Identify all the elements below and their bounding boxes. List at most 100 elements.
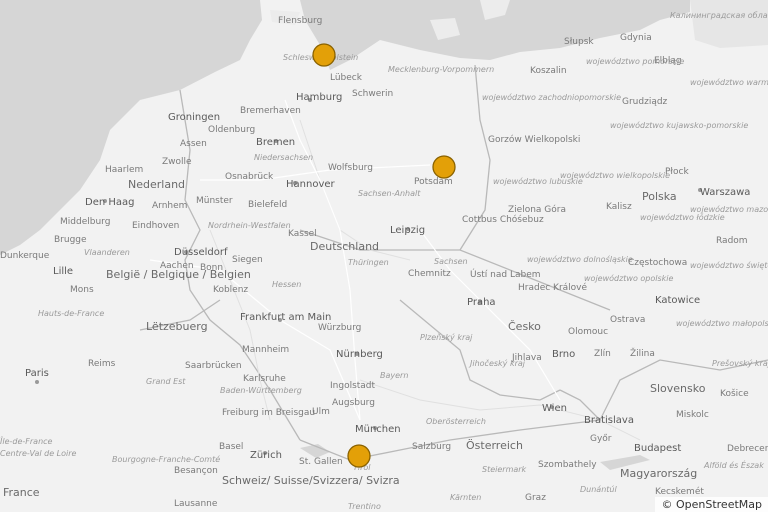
label-brno: Brno — [552, 349, 575, 360]
label-niedersachsen: Niedersachsen — [254, 153, 313, 162]
label-thuringen: Thüringen — [348, 258, 389, 267]
label-kaliningrad: Калининградская область — [670, 11, 768, 20]
label-oberosterreich: Oberösterreich — [426, 417, 486, 426]
label-karnten: Kärnten — [450, 493, 481, 502]
label-kosice: Košice — [720, 388, 749, 399]
label-belgie: België / Belgique / Belgien — [106, 268, 251, 281]
label-swietokrzyskie: województwo świętokrzyskie — [690, 260, 768, 270]
label-presovsky: Prešovský kraj — [712, 358, 768, 368]
label-grudziadz: Grudziądz — [622, 97, 668, 107]
label-malopolskie: województwo małopolskie — [676, 318, 768, 328]
label-miskolc: Miskolc — [676, 410, 709, 420]
label-plzensky: Plzeňský kraj — [420, 333, 473, 342]
label-mecklenburg: Mecklenburg-Vorpommern — [388, 65, 494, 74]
attribution-link[interactable]: © OpenStreetMap — [655, 497, 768, 512]
label-hradec: Hradec Králové — [518, 282, 587, 293]
label-bonn: Bonn — [200, 263, 223, 273]
label-kalisz: Kalisz — [606, 202, 632, 212]
label-karlsruhe: Karlsruhe — [243, 374, 286, 384]
label-oldenburg: Oldenburg — [208, 125, 255, 135]
label-besancon: Besançon — [174, 466, 218, 476]
label-kassel: Kassel — [288, 229, 317, 239]
label-hamburg: Hamburg — [296, 92, 342, 103]
label-katowice: Katowice — [655, 295, 700, 306]
label-schwerin: Schwerin — [352, 89, 393, 99]
label-kujawsko: województwo kujawsko-pomorskie — [610, 120, 748, 130]
label-cottbus: Cottbus Chóśebuz — [462, 214, 544, 225]
label-den-haag: Den Haag — [85, 197, 135, 208]
label-paris: Paris — [25, 368, 49, 379]
label-jihocesky: Jihočeský kraj — [468, 358, 526, 368]
label-bielefeld: Bielefeld — [248, 200, 287, 210]
label-salzburg: Salzburg — [412, 442, 451, 452]
label-basel: Basel — [219, 442, 243, 452]
label-ingolstadt: Ingolstadt — [330, 381, 376, 391]
label-wurzburg: Würzburg — [318, 323, 361, 333]
label-assen: Assen — [180, 139, 207, 149]
label-gorzow: Gorzów Wielkopolski — [488, 134, 580, 145]
label-deutschland: Deutschland — [310, 240, 379, 253]
label-slupsk: Słupsk — [564, 37, 594, 47]
label-osterreich: Österreich — [466, 439, 523, 452]
label-budapest: Budapest — [634, 443, 681, 454]
label-gyor: Győr — [590, 434, 612, 444]
label-zwolle: Zwolle — [162, 157, 192, 167]
label-polska: Polska — [642, 190, 677, 203]
label-siegen: Siegen — [232, 255, 263, 265]
marker-berlin[interactable] — [432, 155, 456, 179]
label-nederland: Nederland — [128, 178, 185, 191]
label-augsburg: Augsburg — [332, 398, 375, 408]
label-groningen: Groningen — [168, 112, 220, 123]
label-leipzig: Leipzig — [390, 225, 425, 236]
label-bratislava: Bratislava — [584, 415, 634, 426]
label-debrecen: Debrecen — [727, 444, 768, 454]
label-szombathely: Szombathely — [538, 460, 597, 470]
label-usti: Ústí nad Labem — [470, 268, 541, 280]
label-dunantul: Dunántúl — [580, 485, 617, 494]
label-radom: Radom — [716, 236, 748, 246]
label-nurnberg: Nürnberg — [336, 349, 383, 360]
kaliningrad-area — [690, 0, 768, 48]
label-magyarorszag: Magyarország — [620, 467, 697, 480]
label-lubeck: Lübeck — [330, 73, 363, 83]
label-olomouc: Olomouc — [568, 327, 608, 337]
marker-tirol[interactable] — [347, 444, 371, 468]
label-steiermark: Steiermark — [482, 465, 527, 474]
label-lodzkie: województwo łódzkie — [640, 212, 725, 222]
label-trentino: Trentino — [348, 502, 381, 511]
label-dolnoslaskie: województwo dolnośląskie — [527, 254, 633, 264]
label-pomorskie: województwo pomorskie — [586, 56, 684, 66]
label-wien: Wien — [542, 403, 567, 414]
marker-schleswig-holstein[interactable] — [312, 43, 336, 67]
label-lausanne: Lausanne — [174, 499, 218, 509]
label-haarlem: Haarlem — [105, 165, 143, 175]
label-opolskie: województwo opolskie — [584, 273, 674, 283]
label-ile-de-france: Île-de-France — [0, 435, 53, 446]
label-middelburg: Middelburg — [60, 217, 110, 227]
label-zilina: Žilina — [630, 347, 655, 359]
label-letzebuerg: Lëtzebuerg — [146, 320, 208, 333]
label-ostrava: Ostrava — [610, 315, 645, 325]
label-schweiz: Schweiz/ Suisse/Svizzera/ Svizra — [222, 474, 400, 487]
label-sachsen: Sachsen — [434, 257, 468, 266]
label-mons: Mons — [70, 285, 94, 295]
label-baden: Baden-Württemberg — [220, 386, 302, 395]
label-munchen: München — [355, 424, 401, 435]
label-bremerhaven: Bremerhaven — [240, 106, 301, 116]
label-sachsen-anhalt: Sachsen-Anhalt — [358, 189, 421, 198]
label-freiburg: Freiburg im Breisgau — [222, 408, 315, 418]
label-eindhoven: Eindhoven — [132, 221, 179, 231]
label-zielona: Zielona Góra — [508, 204, 566, 215]
label-france: France — [3, 486, 40, 499]
label-bourgogne: Bourgogne-Franche-Comté — [112, 454, 220, 464]
label-hannover: Hannover — [286, 179, 336, 190]
label-cesko: Česko — [508, 320, 541, 333]
label-dunkerque: Dunkerque — [0, 251, 50, 261]
label-grand-est: Grand Est — [146, 377, 186, 386]
label-czestochowa: Częstochowa — [628, 258, 687, 268]
label-hessen: Hessen — [272, 280, 301, 289]
map-canvas[interactable]: Flensburg Калининградская область Słupsk… — [0, 0, 768, 512]
label-mannheim: Mannheim — [242, 345, 289, 355]
label-chemnitz: Chemnitz — [408, 269, 451, 279]
label-frankfurt: Frankfurt am Main — [240, 312, 331, 323]
